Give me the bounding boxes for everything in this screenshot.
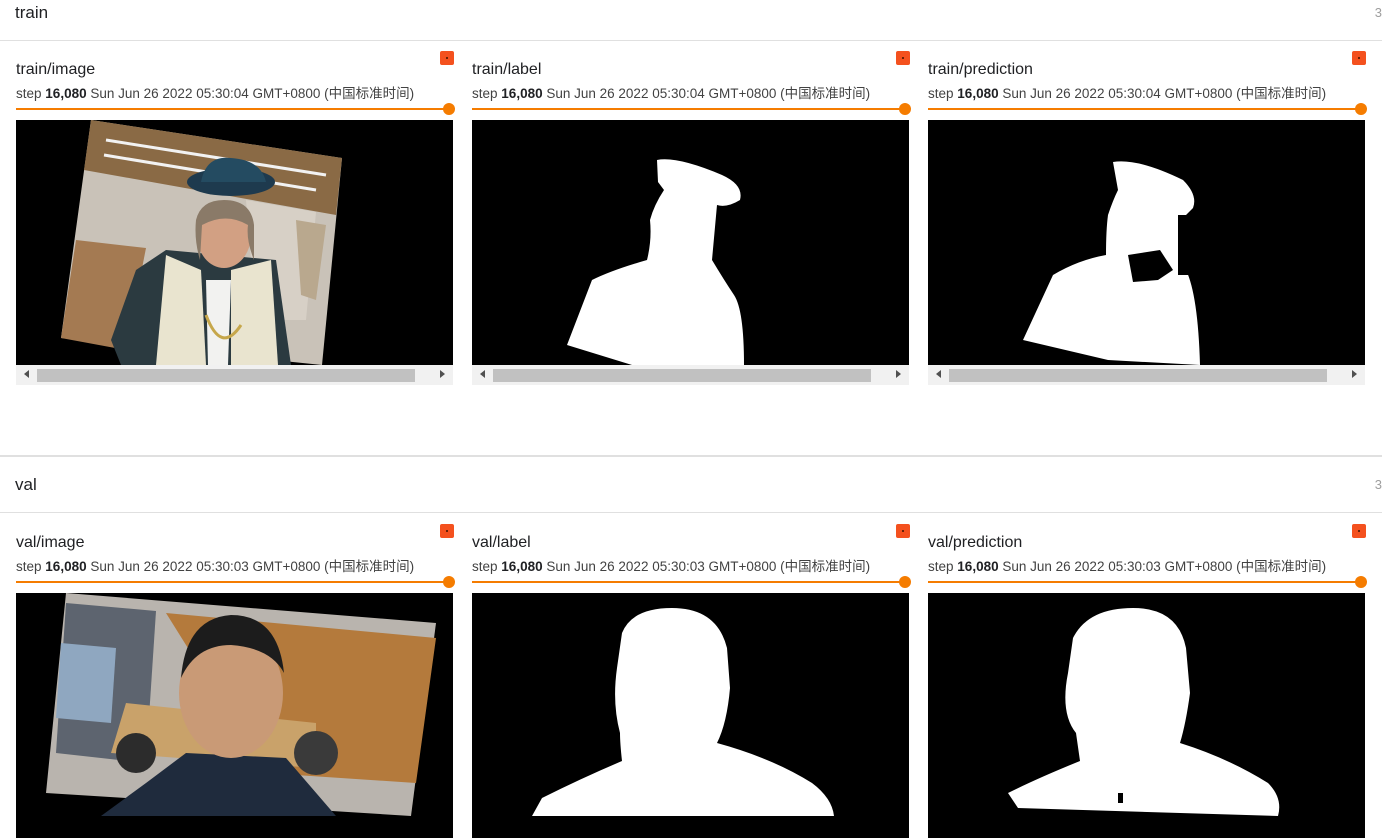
scroll-right-icon[interactable] <box>440 370 445 378</box>
step-info: step 16,080 Sun Jun 26 2022 05:30:04 GMT… <box>472 82 870 102</box>
step-prefix: step <box>928 86 954 101</box>
slider-thumb[interactable] <box>1355 576 1367 588</box>
train-image-photo <box>61 120 342 365</box>
slider-track <box>16 581 449 583</box>
image-viewer <box>472 120 909 365</box>
scroll-left-icon[interactable] <box>936 370 941 378</box>
step-info: step 16,080 Sun Jun 26 2022 05:30:04 GMT… <box>928 82 1326 102</box>
timestamp: Sun Jun 26 2022 05:30:03 GMT+0800 (中国标准时… <box>1002 559 1327 574</box>
slider-thumb[interactable] <box>899 576 911 588</box>
horizontal-scrollbar[interactable] <box>16 365 453 385</box>
step-info: step 16,080 Sun Jun 26 2022 05:30:03 GMT… <box>16 555 414 575</box>
slider-track <box>472 108 905 110</box>
step-value: 16,080 <box>501 86 543 101</box>
section-title: val <box>15 475 37 494</box>
train-prediction-mask <box>1023 161 1200 365</box>
slider-thumb[interactable] <box>443 103 455 115</box>
section-title: train <box>15 3 49 22</box>
pin-icon[interactable] <box>1352 524 1366 538</box>
card-title: train/label <box>472 61 542 78</box>
section-card-count: 3 <box>1374 477 1382 492</box>
section-header[interactable]: val 3 <box>0 457 1382 513</box>
step-prefix: step <box>16 86 42 101</box>
pin-icon[interactable] <box>896 524 910 538</box>
step-value: 16,080 <box>45 86 87 101</box>
image-viewer <box>16 120 453 365</box>
scroll-left-icon[interactable] <box>480 370 485 378</box>
timestamp: Sun Jun 26 2022 05:30:03 GMT+0800 (中国标准时… <box>546 559 871 574</box>
scrollbar-thumb[interactable] <box>493 369 871 382</box>
timestamp: Sun Jun 26 2022 05:30:03 GMT+0800 (中国标准时… <box>90 559 415 574</box>
scroll-right-icon[interactable] <box>1352 370 1357 378</box>
scroll-right-icon[interactable] <box>896 370 901 378</box>
slider-thumb[interactable] <box>899 103 911 115</box>
timestamp: Sun Jun 26 2022 05:30:04 GMT+0800 (中国标准时… <box>90 86 415 101</box>
image-viewer <box>472 593 909 838</box>
step-slider[interactable] <box>16 102 455 116</box>
section-header[interactable]: train 3 <box>0 0 1382 41</box>
section-train: train 3 train/image step 16,080 Sun Jun … <box>0 0 1382 455</box>
pin-icon[interactable] <box>1352 51 1366 65</box>
slider-thumb[interactable] <box>1355 103 1367 115</box>
step-info: step 16,080 Sun Jun 26 2022 05:30:03 GMT… <box>472 555 870 575</box>
step-prefix: step <box>472 86 498 101</box>
horizontal-scrollbar[interactable] <box>472 365 909 385</box>
scroll-left-icon[interactable] <box>24 370 29 378</box>
section-val: val 3 val/image step 16,080 Sun Jun 26 2… <box>0 457 1382 838</box>
step-value: 16,080 <box>957 559 999 574</box>
slider-track <box>928 108 1361 110</box>
step-slider[interactable] <box>472 575 911 589</box>
section-card-count: 3 <box>1374 5 1382 20</box>
step-slider[interactable] <box>16 575 455 589</box>
train-label-mask <box>567 159 744 365</box>
card-title: train/image <box>16 61 96 78</box>
scrollbar-thumb[interactable] <box>37 369 415 382</box>
val-image-photo <box>46 593 436 816</box>
card-title: val/label <box>472 534 531 551</box>
pin-icon[interactable] <box>440 51 454 65</box>
scrollbar-thumb[interactable] <box>949 369 1327 382</box>
slider-track <box>928 581 1361 583</box>
card-title: train/prediction <box>928 61 1033 78</box>
slider-thumb[interactable] <box>443 576 455 588</box>
slider-track <box>472 581 905 583</box>
image-viewer <box>928 120 1365 365</box>
pin-icon[interactable] <box>440 524 454 538</box>
step-value: 16,080 <box>45 559 87 574</box>
step-value: 16,080 <box>957 86 999 101</box>
timestamp: Sun Jun 26 2022 05:30:04 GMT+0800 (中国标准时… <box>546 86 871 101</box>
val-prediction-mask <box>1008 608 1280 816</box>
pin-icon[interactable] <box>896 51 910 65</box>
step-slider[interactable] <box>928 102 1367 116</box>
step-info: step 16,080 Sun Jun 26 2022 05:30:03 GMT… <box>928 555 1326 575</box>
step-prefix: step <box>928 559 954 574</box>
step-prefix: step <box>472 559 498 574</box>
step-slider[interactable] <box>472 102 911 116</box>
image-viewer <box>16 593 453 838</box>
card-title: val/image <box>16 534 85 551</box>
image-viewer <box>928 593 1365 838</box>
step-prefix: step <box>16 559 42 574</box>
val-label-mask <box>532 608 834 816</box>
horizontal-scrollbar[interactable] <box>928 365 1365 385</box>
step-info: step 16,080 Sun Jun 26 2022 05:30:04 GMT… <box>16 82 414 102</box>
card-title: val/prediction <box>928 534 1023 551</box>
step-slider[interactable] <box>928 575 1367 589</box>
slider-track <box>16 108 449 110</box>
step-value: 16,080 <box>501 559 543 574</box>
timestamp: Sun Jun 26 2022 05:30:04 GMT+0800 (中国标准时… <box>1002 86 1327 101</box>
